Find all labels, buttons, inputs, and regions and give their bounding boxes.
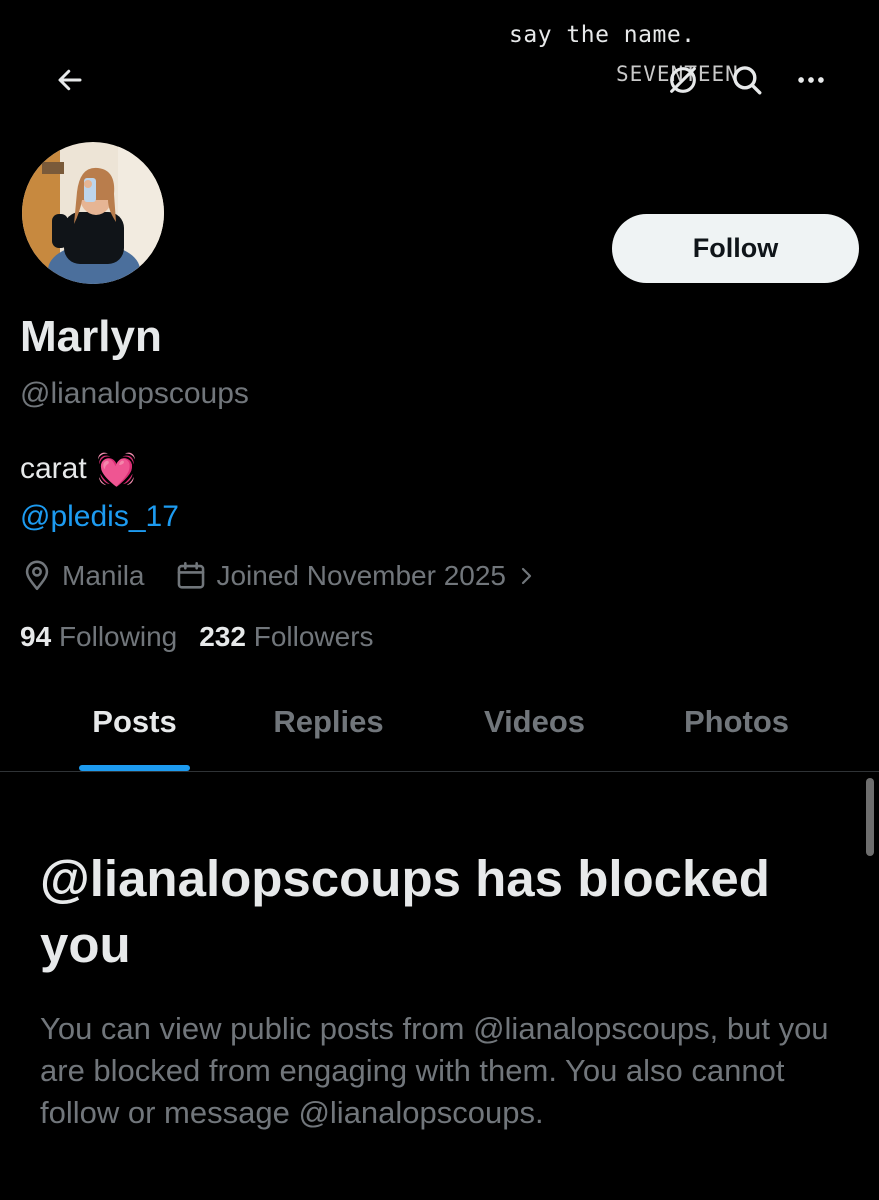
bio: carat 💓 (20, 450, 137, 488)
location-text: Manila (62, 560, 145, 591)
scrollbar[interactable] (866, 778, 874, 856)
search-button[interactable] (725, 58, 769, 102)
profile-handle: @lianalopscoups (20, 377, 249, 410)
avatar-photo (22, 142, 164, 284)
followers-label: Followers (253, 621, 374, 652)
bell-slash-icon (670, 67, 696, 93)
joined-date[interactable]: Joined November 2025 (174, 559, 538, 593)
top-actions (661, 56, 833, 104)
joined-text: Joined November 2025 (216, 560, 506, 591)
tab-videos[interactable]: Videos (452, 672, 617, 772)
back-button[interactable] (46, 58, 94, 102)
followers-link[interactable]: 232 Followers (199, 621, 373, 653)
profile-meta: Manila Joined November 2025 (20, 556, 538, 596)
active-tab-indicator (79, 765, 190, 771)
bio-text: carat (20, 452, 87, 485)
bio-emoji: 💓 (96, 451, 137, 487)
profile-page: say the name. SEVENTEEN Follow Marlyn @l… (0, 0, 879, 1200)
bio-mention-link[interactable]: @pledis_17 (20, 500, 179, 534)
profile-tabs: Posts Replies Videos Photos (0, 672, 879, 772)
tab-replies[interactable]: Replies (246, 672, 411, 772)
tab-photos[interactable]: Photos (654, 672, 819, 772)
following-label: Following (58, 621, 178, 652)
followers-count: 232 (199, 621, 246, 652)
following-count: 94 (20, 621, 52, 652)
display-name: Marlyn (20, 312, 162, 361)
follow-button[interactable]: Follow (612, 214, 859, 283)
chevron-right-icon (521, 567, 532, 585)
back-arrow-icon (58, 69, 82, 91)
watermark-tagline: say the name. (509, 22, 696, 48)
follow-stats: 94 Following 232 Followers (20, 621, 374, 653)
location-pin-icon (25, 560, 49, 591)
search-icon (733, 66, 762, 95)
avatar[interactable] (19, 139, 167, 287)
following-link[interactable]: 94 Following (20, 621, 177, 653)
location: Manila (20, 559, 144, 593)
blocked-message: You can view public posts from @lianalop… (40, 1011, 829, 1130)
blocked-title: @lianalopscoups has blocked you (40, 850, 770, 973)
tab-posts[interactable]: Posts (52, 672, 217, 772)
calendar-icon (178, 561, 205, 589)
alerts-button[interactable] (661, 58, 705, 102)
more-button[interactable] (789, 58, 833, 102)
more-horizontal-icon (798, 77, 824, 83)
